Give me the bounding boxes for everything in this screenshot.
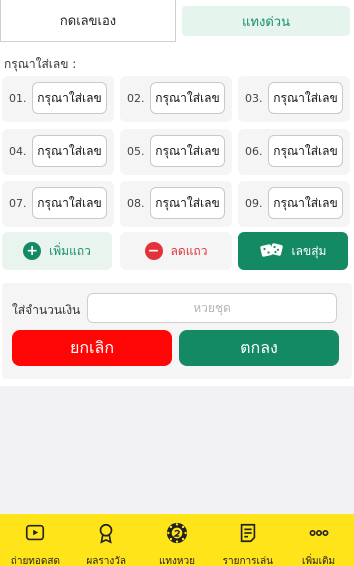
number-cell: 05.	[120, 129, 232, 175]
number-cell: 03.	[238, 76, 350, 122]
amount-input[interactable]	[87, 293, 337, 323]
nav-item-live[interactable]: ถ่ายทอดสด	[0, 514, 71, 566]
row-actions: + เพิ่มแถว − ลดแถว เลขสุ่ม	[0, 232, 354, 270]
number-cell: 02.	[120, 76, 232, 122]
nav-item-bet[interactable]: แทงหวย	[142, 514, 213, 566]
remove-row-label: ลดแถว	[170, 243, 208, 258]
number-input-5[interactable]	[150, 135, 225, 167]
number-input-8[interactable]	[150, 187, 225, 219]
number-input-3[interactable]	[268, 82, 343, 114]
nav-item-more[interactable]: เพิ่มเติม	[283, 514, 354, 566]
list-document-icon	[237, 522, 259, 548]
number-cell: 06.	[238, 129, 350, 175]
cancel-button[interactable]: ยกเลิก	[12, 330, 172, 366]
lottery-ball-icon	[166, 522, 188, 548]
number-index-label: 01.	[9, 92, 27, 105]
lottery-entry-page: กดเลขเอง แทงด่วน กรุณาใส่เลข : 01. 02. 0…	[0, 0, 354, 386]
number-input-4[interactable]	[32, 135, 107, 167]
minus-circle-icon: −	[144, 242, 163, 260]
more-dots-icon	[308, 522, 330, 548]
random-number-label: เลขสุ่ม	[291, 243, 327, 258]
amount-label: ใส่จำนวนเงิน	[12, 303, 81, 317]
number-index-label: 04.	[9, 145, 27, 158]
number-index-label: 02.	[127, 92, 145, 105]
nav-label-history: รายการเล่น	[222, 556, 273, 566]
number-input-1[interactable]	[32, 82, 107, 114]
tab-quick-bet[interactable]: แทงด่วน	[182, 6, 350, 36]
random-number-button[interactable]: เลขสุ่ม	[238, 232, 348, 270]
bet-amount-panel: ใส่จำนวนเงิน ยกเลิก ตกลง	[2, 283, 352, 379]
number-cell: 09.	[238, 181, 350, 227]
confirm-button[interactable]: ตกลง	[179, 330, 339, 366]
add-row-label: เพิ่มแถว	[49, 243, 91, 258]
number-input-2[interactable]	[150, 82, 225, 114]
number-index-label: 07.	[9, 197, 27, 210]
number-index-label: 08.	[127, 197, 145, 210]
number-index-label: 06.	[245, 145, 263, 158]
nav-item-history[interactable]: รายการเล่น	[212, 514, 283, 566]
add-row-button[interactable]: + เพิ่มแถว	[2, 232, 112, 270]
number-index-label: 09.	[245, 197, 263, 210]
remove-row-button[interactable]: − ลดแถว	[120, 232, 232, 270]
number-cell: 08.	[120, 181, 232, 227]
section-label: กรุณาใส่เลข :	[4, 57, 77, 71]
dice-icon	[259, 241, 284, 262]
nav-label-more: เพิ่มเติม	[302, 556, 336, 566]
nav-item-results[interactable]: ผลรางวัล	[71, 514, 142, 566]
number-cell: 07.	[2, 181, 114, 227]
bottom-navigation: ถ่ายทอดสด ผลรางวัล แทงหวย รายการเล่น เพิ…	[0, 514, 354, 566]
entry-mode-tabs: กดเลขเอง แทงด่วน	[0, 0, 354, 44]
number-cell: 01.	[2, 76, 114, 122]
number-index-label: 05.	[127, 145, 145, 158]
play-video-icon	[24, 522, 46, 548]
tab-manual-entry[interactable]: กดเลขเอง	[0, 0, 176, 42]
number-cell: 04.	[2, 129, 114, 175]
number-input-6[interactable]	[268, 135, 343, 167]
plus-circle-icon: +	[23, 242, 42, 260]
nav-label-live: ถ่ายทอดสด	[10, 556, 60, 566]
nav-label-bet: แทงหวย	[158, 556, 195, 566]
award-medal-icon	[95, 522, 117, 548]
number-input-7[interactable]	[32, 187, 107, 219]
number-index-label: 03.	[245, 92, 263, 105]
nav-label-results: ผลรางวัล	[86, 556, 126, 566]
number-input-9[interactable]	[268, 187, 343, 219]
